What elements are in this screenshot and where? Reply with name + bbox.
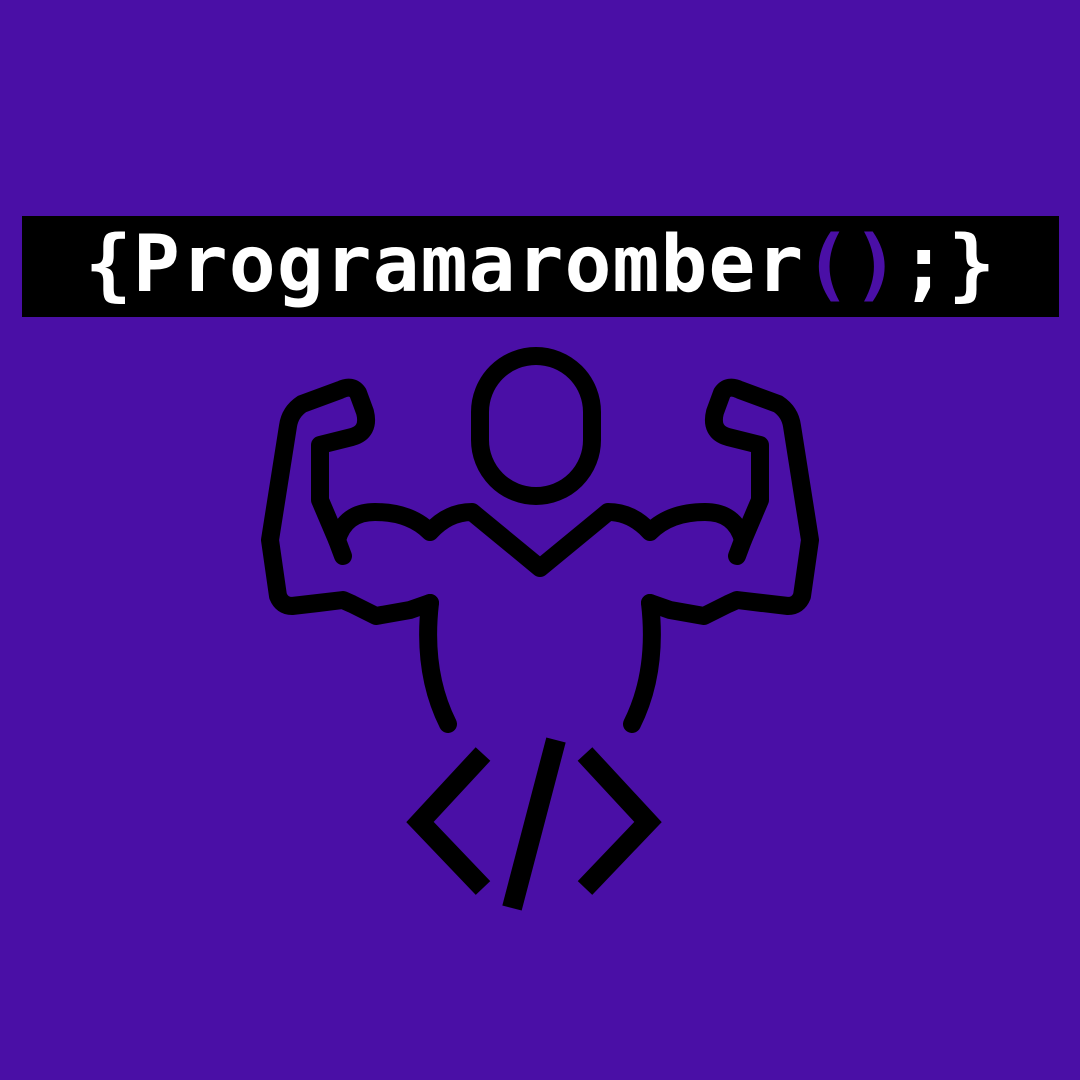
greater-than-bracket	[577, 747, 662, 895]
code-brackets-icon	[406, 737, 662, 911]
right-arm-outline	[641, 378, 819, 625]
torso-right	[623, 594, 661, 733]
torso-left	[419, 594, 457, 733]
slash	[502, 737, 566, 911]
head-shape	[471, 347, 601, 505]
left-arm-outline	[261, 378, 439, 625]
less-than-bracket	[406, 747, 491, 895]
flexing-muscle-man-icon	[261, 347, 819, 733]
chest-outline	[328, 503, 752, 577]
logo-illustration	[261, 347, 819, 911]
